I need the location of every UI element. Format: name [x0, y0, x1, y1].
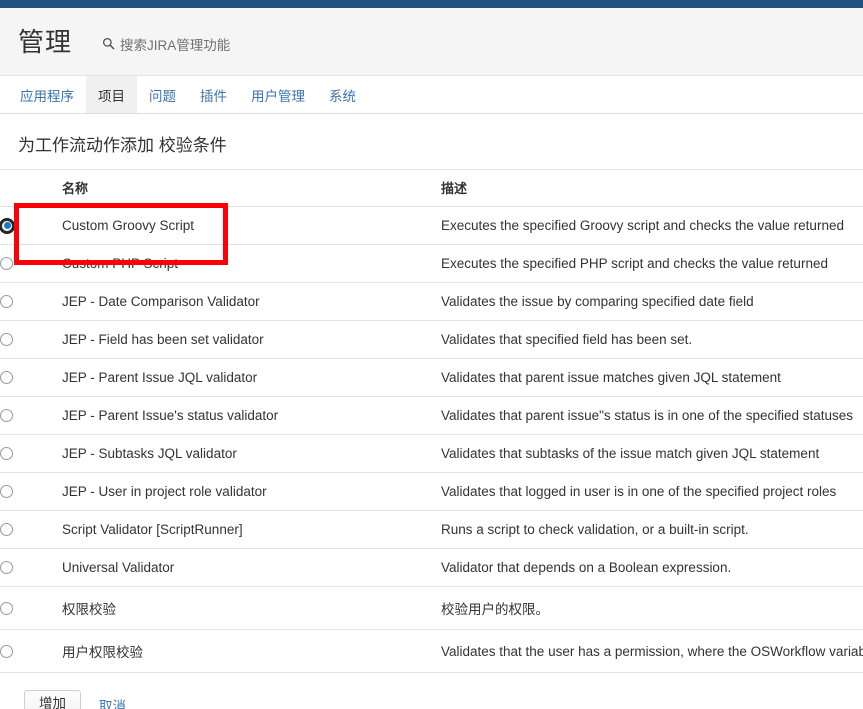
tab-addons[interactable]: 插件 [188, 76, 239, 113]
table-row[interactable]: 权限校验 校验用户的权限。 [0, 586, 863, 630]
validator-description: Validates the issue by comparing specifi… [441, 282, 863, 321]
radio-unselected[interactable] [0, 601, 13, 615]
validator-description: Validates that the user has a permission… [441, 629, 863, 673]
validator-description: Validates that parent issue"s status is … [441, 396, 863, 435]
column-header-select [0, 170, 62, 207]
radio-cell[interactable] [0, 396, 62, 435]
radio-unselected[interactable] [0, 523, 13, 536]
radio-selected[interactable] [0, 218, 14, 233]
validator-name: 权限校验 [62, 586, 441, 630]
radio-unselected[interactable] [0, 447, 13, 460]
tab-system[interactable]: 系统 [317, 76, 368, 113]
validator-name: Custom PHP Script [62, 244, 441, 283]
validator-name: 用户权限校验 [62, 629, 441, 673]
tab-projects[interactable]: 项目 [86, 76, 137, 113]
table-row[interactable]: JEP - Subtasks JQL validator Validates th… [0, 434, 863, 473]
admin-page: 管理 搜索JIRA管理功能 应用程序 项目 问题 插件 用户管理 系统 为工作流… [0, 0, 863, 709]
tab-user-management[interactable]: 用户管理 [239, 76, 317, 113]
table-row[interactable]: 用户权限校验 Validates that the user has a perm… [0, 629, 863, 673]
validator-name: Universal Validator [62, 548, 441, 587]
radio-unselected[interactable] [0, 561, 13, 574]
add-button[interactable]: 增加 [24, 690, 81, 709]
validator-name: Custom Groovy Script [62, 206, 441, 245]
tab-label: 应用程序 [20, 88, 74, 104]
admin-search[interactable]: 搜索JIRA管理功能 [102, 34, 230, 54]
validator-name: JEP - Subtasks JQL validator [62, 434, 441, 473]
radio-cell[interactable] [0, 548, 62, 587]
page-title: 管理 [18, 26, 73, 57]
radio-unselected[interactable] [0, 295, 13, 308]
radio-cell[interactable] [0, 434, 62, 473]
validator-description: Validates that parent issue matches give… [441, 358, 863, 397]
tab-label: 用户管理 [251, 88, 305, 104]
radio-unselected[interactable] [0, 485, 13, 498]
cancel-link[interactable]: 取消 [99, 695, 126, 709]
column-header-name: 名称 [62, 170, 441, 207]
validator-description: Validates that subtasks of the issue mat… [441, 434, 863, 473]
table-row[interactable]: JEP - Parent Issue JQL validator Validate… [0, 358, 863, 397]
validator-description: Runs a script to check validation, or a … [441, 510, 863, 549]
radio-unselected[interactable] [0, 257, 13, 270]
radio-unselected[interactable] [0, 644, 13, 658]
radio-cell[interactable] [0, 206, 62, 245]
validator-description: Validates that logged in user is in one … [441, 472, 863, 511]
admin-header: 管理 搜索JIRA管理功能 [0, 8, 863, 76]
tab-applications[interactable]: 应用程序 [8, 76, 86, 113]
radio-cell[interactable] [0, 586, 62, 630]
radio-unselected[interactable] [0, 371, 13, 384]
validator-list: Custom Groovy Script Executes the specifi… [0, 206, 863, 673]
table-row[interactable]: JEP - Field has been set validator Valida… [0, 320, 863, 359]
table-row[interactable]: JEP - Date Comparison Validator Validates… [0, 282, 863, 321]
radio-cell[interactable] [0, 629, 62, 673]
validator-description: Validates that specified field has been … [441, 320, 863, 359]
table-row[interactable]: JEP - User in project role validator Vali… [0, 472, 863, 511]
validator-table: 名称 描述 Custom Groovy Script Executes the s… [0, 170, 863, 673]
tab-label: 问题 [149, 88, 176, 104]
radio-cell[interactable] [0, 510, 62, 549]
admin-tab-bar: 应用程序 项目 问题 插件 用户管理 系统 [0, 76, 863, 114]
radio-cell[interactable] [0, 282, 62, 321]
tab-label: 系统 [329, 88, 356, 104]
radio-cell[interactable] [0, 320, 62, 359]
tab-label: 插件 [200, 88, 227, 104]
table-row[interactable]: Custom PHP Script Executes the specified … [0, 244, 863, 283]
validator-description: Executes the specified Groovy script and… [441, 206, 863, 245]
validator-description: 校验用户的权限。 [441, 586, 863, 630]
search-icon [103, 38, 115, 50]
table-row[interactable]: Custom Groovy Script Executes the specifi… [0, 206, 863, 245]
radio-cell[interactable] [0, 472, 62, 511]
table-row[interactable]: Universal Validator Validator that depend… [0, 548, 863, 587]
tab-issues[interactable]: 问题 [137, 76, 188, 113]
radio-cell[interactable] [0, 358, 62, 397]
radio-cell[interactable] [0, 244, 62, 283]
column-header-description: 描述 [441, 170, 863, 207]
page-heading: 为工作流动作添加 校验条件 [0, 114, 863, 170]
radio-unselected[interactable] [0, 333, 13, 346]
validator-name: JEP - Field has been set validator [62, 320, 441, 359]
top-brand-bar [0, 0, 863, 8]
validator-description: Executes the specified PHP script and ch… [441, 244, 863, 283]
validator-picker: 名称 描述 Custom Groovy Script Executes the s… [0, 170, 863, 673]
form-footer: 增加 取消 [0, 673, 863, 709]
tab-label: 项目 [98, 88, 125, 104]
table-row[interactable]: Script Validator [ScriptRunner] Runs a sc… [0, 510, 863, 549]
search-input[interactable]: 搜索JIRA管理功能 [120, 34, 230, 54]
validator-description: Validator that depends on a Boolean expr… [441, 548, 863, 587]
table-row[interactable]: JEP - Parent Issue's status validator Val… [0, 396, 863, 435]
validator-name: Script Validator [ScriptRunner] [62, 510, 441, 549]
validator-name: JEP - User in project role validator [62, 472, 441, 511]
radio-unselected[interactable] [0, 409, 13, 422]
validator-name: JEP - Parent Issue JQL validator [62, 358, 441, 397]
table-header-row: 名称 描述 [0, 170, 863, 207]
validator-name: JEP - Date Comparison Validator [62, 282, 441, 321]
validator-name: JEP - Parent Issue's status validator [62, 396, 441, 435]
